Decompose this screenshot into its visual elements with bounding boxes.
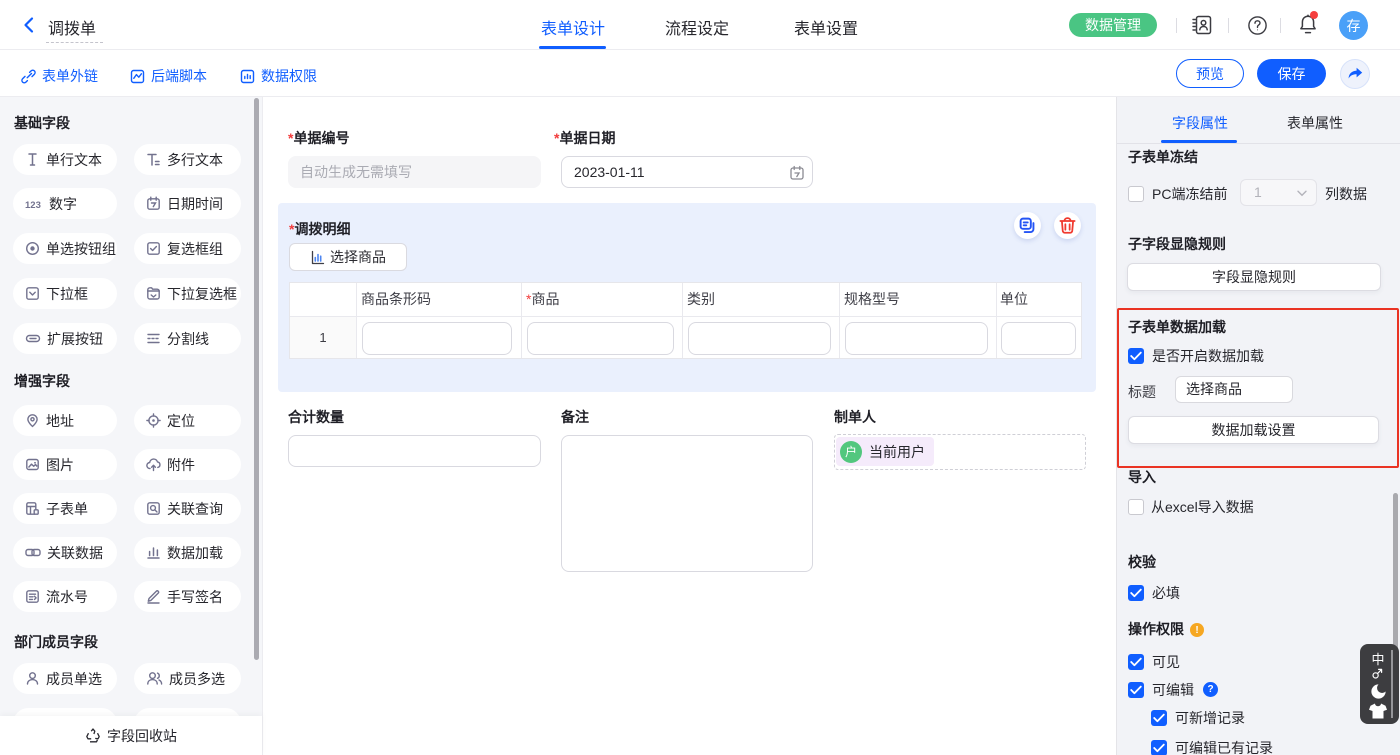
svg-text:123: 123 xyxy=(25,200,41,210)
